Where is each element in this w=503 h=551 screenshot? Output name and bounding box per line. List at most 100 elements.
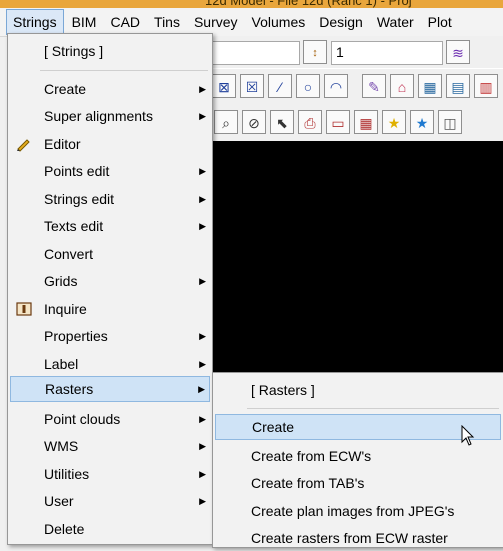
circle-icon[interactable]: ○ xyxy=(296,74,320,98)
arc-icon[interactable]: ◠ xyxy=(324,74,348,98)
submenu-arrow-icon: ▶ xyxy=(199,84,206,94)
menu-strings[interactable]: Strings xyxy=(6,9,64,35)
menu-item-strings-edit-label: Strings edit xyxy=(44,191,115,207)
submenu-arrow-icon: ▶ xyxy=(199,414,206,424)
menu-item-strings-edit[interactable]: Strings edit ▶ xyxy=(10,186,210,212)
menu-item-points-edit[interactable]: Points edit ▶ xyxy=(10,158,210,184)
red-document-icon[interactable]: ▥ xyxy=(474,74,498,98)
submenu-arrow-icon: ▶ xyxy=(199,441,206,451)
menu-separator xyxy=(40,70,208,71)
menu-item-user-label: User xyxy=(44,493,74,509)
menu-item-label-label: Label xyxy=(44,356,79,372)
star-icon[interactable]: ★ xyxy=(382,110,406,134)
window-title: 12d Model - File 12d (Ranc 1) - Proj xyxy=(205,0,412,8)
window-title-bar: 12d Model - File 12d (Ranc 1) - Proj xyxy=(0,0,503,8)
box-x-icon[interactable]: ☒ xyxy=(240,74,264,98)
menu-item-point-clouds[interactable]: Point clouds ▶ xyxy=(10,406,210,432)
toolbar-combo-value[interactable]: 1 xyxy=(331,41,443,65)
pointer-icon[interactable]: ⬉ xyxy=(270,110,294,134)
edge-icon xyxy=(476,40,500,64)
submenu-arrow-icon: ▶ xyxy=(199,496,206,506)
submenu-arrow-icon: ▶ xyxy=(199,194,206,204)
toolbar-row-1: ↕ 1 ≋ xyxy=(210,36,503,68)
menu-item-point-clouds-label: Point clouds xyxy=(44,411,121,427)
submenu-arrow-icon: ▶ xyxy=(199,276,206,286)
profile-icon[interactable]: ≋ xyxy=(446,40,470,64)
submenu-arrow-icon: ▶ xyxy=(199,331,206,341)
print-icon[interactable]: ⎙ xyxy=(298,110,322,134)
menu-survey[interactable]: Survey xyxy=(188,10,244,34)
menu-item-delete-label: Delete xyxy=(44,521,85,537)
menu-item-properties[interactable]: Properties ▶ xyxy=(10,323,210,349)
menu-item-utilities-label: Utilities xyxy=(44,466,90,482)
window-icon[interactable]: ▭ xyxy=(326,110,350,134)
submenu-arrow-icon: ▶ xyxy=(199,111,206,121)
edit-note-icon[interactable]: ✎ xyxy=(362,74,386,98)
menu-item-super-alignments-label: Super alignments xyxy=(44,108,153,124)
submenu-arrow-icon: ▶ xyxy=(199,221,206,231)
toolbar-row-3: ⌕ ⊘ ⬉ ⎙ ▭ ▦ ★ ★ ◫ xyxy=(210,104,503,140)
blue-star-icon[interactable]: ★ xyxy=(410,110,434,134)
menu-item-create[interactable]: Create ▶ xyxy=(10,76,210,102)
zoom-icon[interactable]: ⌕ xyxy=(214,110,238,134)
rasters-item-create-plan-images[interactable]: Create plan images from JPEG's xyxy=(215,498,501,524)
menu-item-utilities[interactable]: Utilities ▶ xyxy=(10,461,210,487)
menu-plot[interactable]: Plot xyxy=(422,10,458,34)
document-icon[interactable]: ▤ xyxy=(446,74,470,98)
toolbar-row-2: ⊠ ☒ ⁄ ○ ◠ ✎ ⌂ ▦ ▤ ▥ xyxy=(210,68,503,103)
menu-item-texts-edit[interactable]: Texts edit ▶ xyxy=(10,213,210,239)
inquire-icon xyxy=(16,302,32,316)
line-icon[interactable]: ⁄ xyxy=(268,74,292,98)
rasters-submenu-header[interactable]: [ Rasters ] xyxy=(215,377,501,403)
menu-item-texts-edit-label: Texts edit xyxy=(44,218,104,234)
menu-bim[interactable]: BIM xyxy=(66,10,103,34)
menu-item-convert-label: Convert xyxy=(44,246,94,262)
menu-item-editor-label: Editor xyxy=(44,136,81,152)
panel-icon[interactable]: ◫ xyxy=(438,110,462,134)
rasters-item-create-label: Create xyxy=(252,419,295,435)
mouse-cursor-icon xyxy=(461,425,475,446)
menu-cad[interactable]: CAD xyxy=(104,10,146,34)
box-cross-icon[interactable]: ⊠ xyxy=(212,74,236,98)
rasters-item-create-from-ecw-raster-label: Create rasters from ECW raster xyxy=(251,530,448,546)
editor-pencil-icon xyxy=(17,139,30,152)
rasters-item-create[interactable]: Create xyxy=(215,414,501,440)
submenu-arrow-icon: ▶ xyxy=(199,469,206,479)
menu-item-delete[interactable]: Delete xyxy=(10,516,210,542)
strings-menu-header[interactable]: [ Strings ] xyxy=(10,38,210,64)
grid-icon[interactable]: ▦ xyxy=(354,110,378,134)
menu-item-grids[interactable]: Grids ▶ xyxy=(10,268,210,294)
submenu-arrow-icon: ▶ xyxy=(199,359,206,369)
menu-item-create-label: Create xyxy=(44,81,87,97)
rasters-item-create-plan-images-label: Create plan images from JPEG's xyxy=(251,503,455,519)
rasters-submenu: [ Rasters ] Create Create from ECW's Cre… xyxy=(212,372,503,548)
menu-item-user[interactable]: User ▶ xyxy=(10,488,210,514)
menu-item-wms[interactable]: WMS ▶ xyxy=(10,433,210,459)
combo-value-text: 1 xyxy=(336,44,344,60)
menu-volumes[interactable]: Volumes xyxy=(246,10,312,34)
grid-edit-icon[interactable]: ▦ xyxy=(418,74,442,98)
menu-item-rasters[interactable]: Rasters ▶ xyxy=(10,376,210,402)
rasters-item-create-from-tab[interactable]: Create from TAB's xyxy=(215,470,501,496)
menu-design[interactable]: Design xyxy=(313,10,369,34)
menu-water[interactable]: Water xyxy=(371,10,420,34)
sort-icon[interactable]: ↕ xyxy=(303,40,327,64)
rasters-item-create-from-tab-label: Create from TAB's xyxy=(251,475,365,491)
toolbar-combo-left[interactable] xyxy=(212,41,300,65)
menu-item-properties-label: Properties xyxy=(44,328,108,344)
submenu-arrow-icon: ▶ xyxy=(198,384,205,394)
menu-item-inquire[interactable]: Inquire xyxy=(10,296,210,322)
submenu-arrow-icon: ▶ xyxy=(199,166,206,176)
drawing-canvas[interactable] xyxy=(212,141,503,372)
menu-tins[interactable]: Tins xyxy=(148,10,186,34)
no-entry-icon[interactable]: ⊘ xyxy=(242,110,266,134)
menu-item-super-alignments[interactable]: Super alignments ▶ xyxy=(10,103,210,129)
rasters-item-create-from-ecw-raster[interactable]: Create rasters from ECW raster xyxy=(215,525,501,551)
tag-icon[interactable]: ⌂ xyxy=(390,74,414,98)
menu-item-label[interactable]: Label ▶ xyxy=(10,351,210,377)
menu-item-editor[interactable]: Editor xyxy=(10,131,210,157)
rasters-item-create-from-ecw[interactable]: Create from ECW's xyxy=(215,443,501,469)
toolbar-edge-icon xyxy=(466,110,490,134)
menu-item-wms-label: WMS xyxy=(44,438,79,454)
menu-item-convert[interactable]: Convert xyxy=(10,241,210,267)
